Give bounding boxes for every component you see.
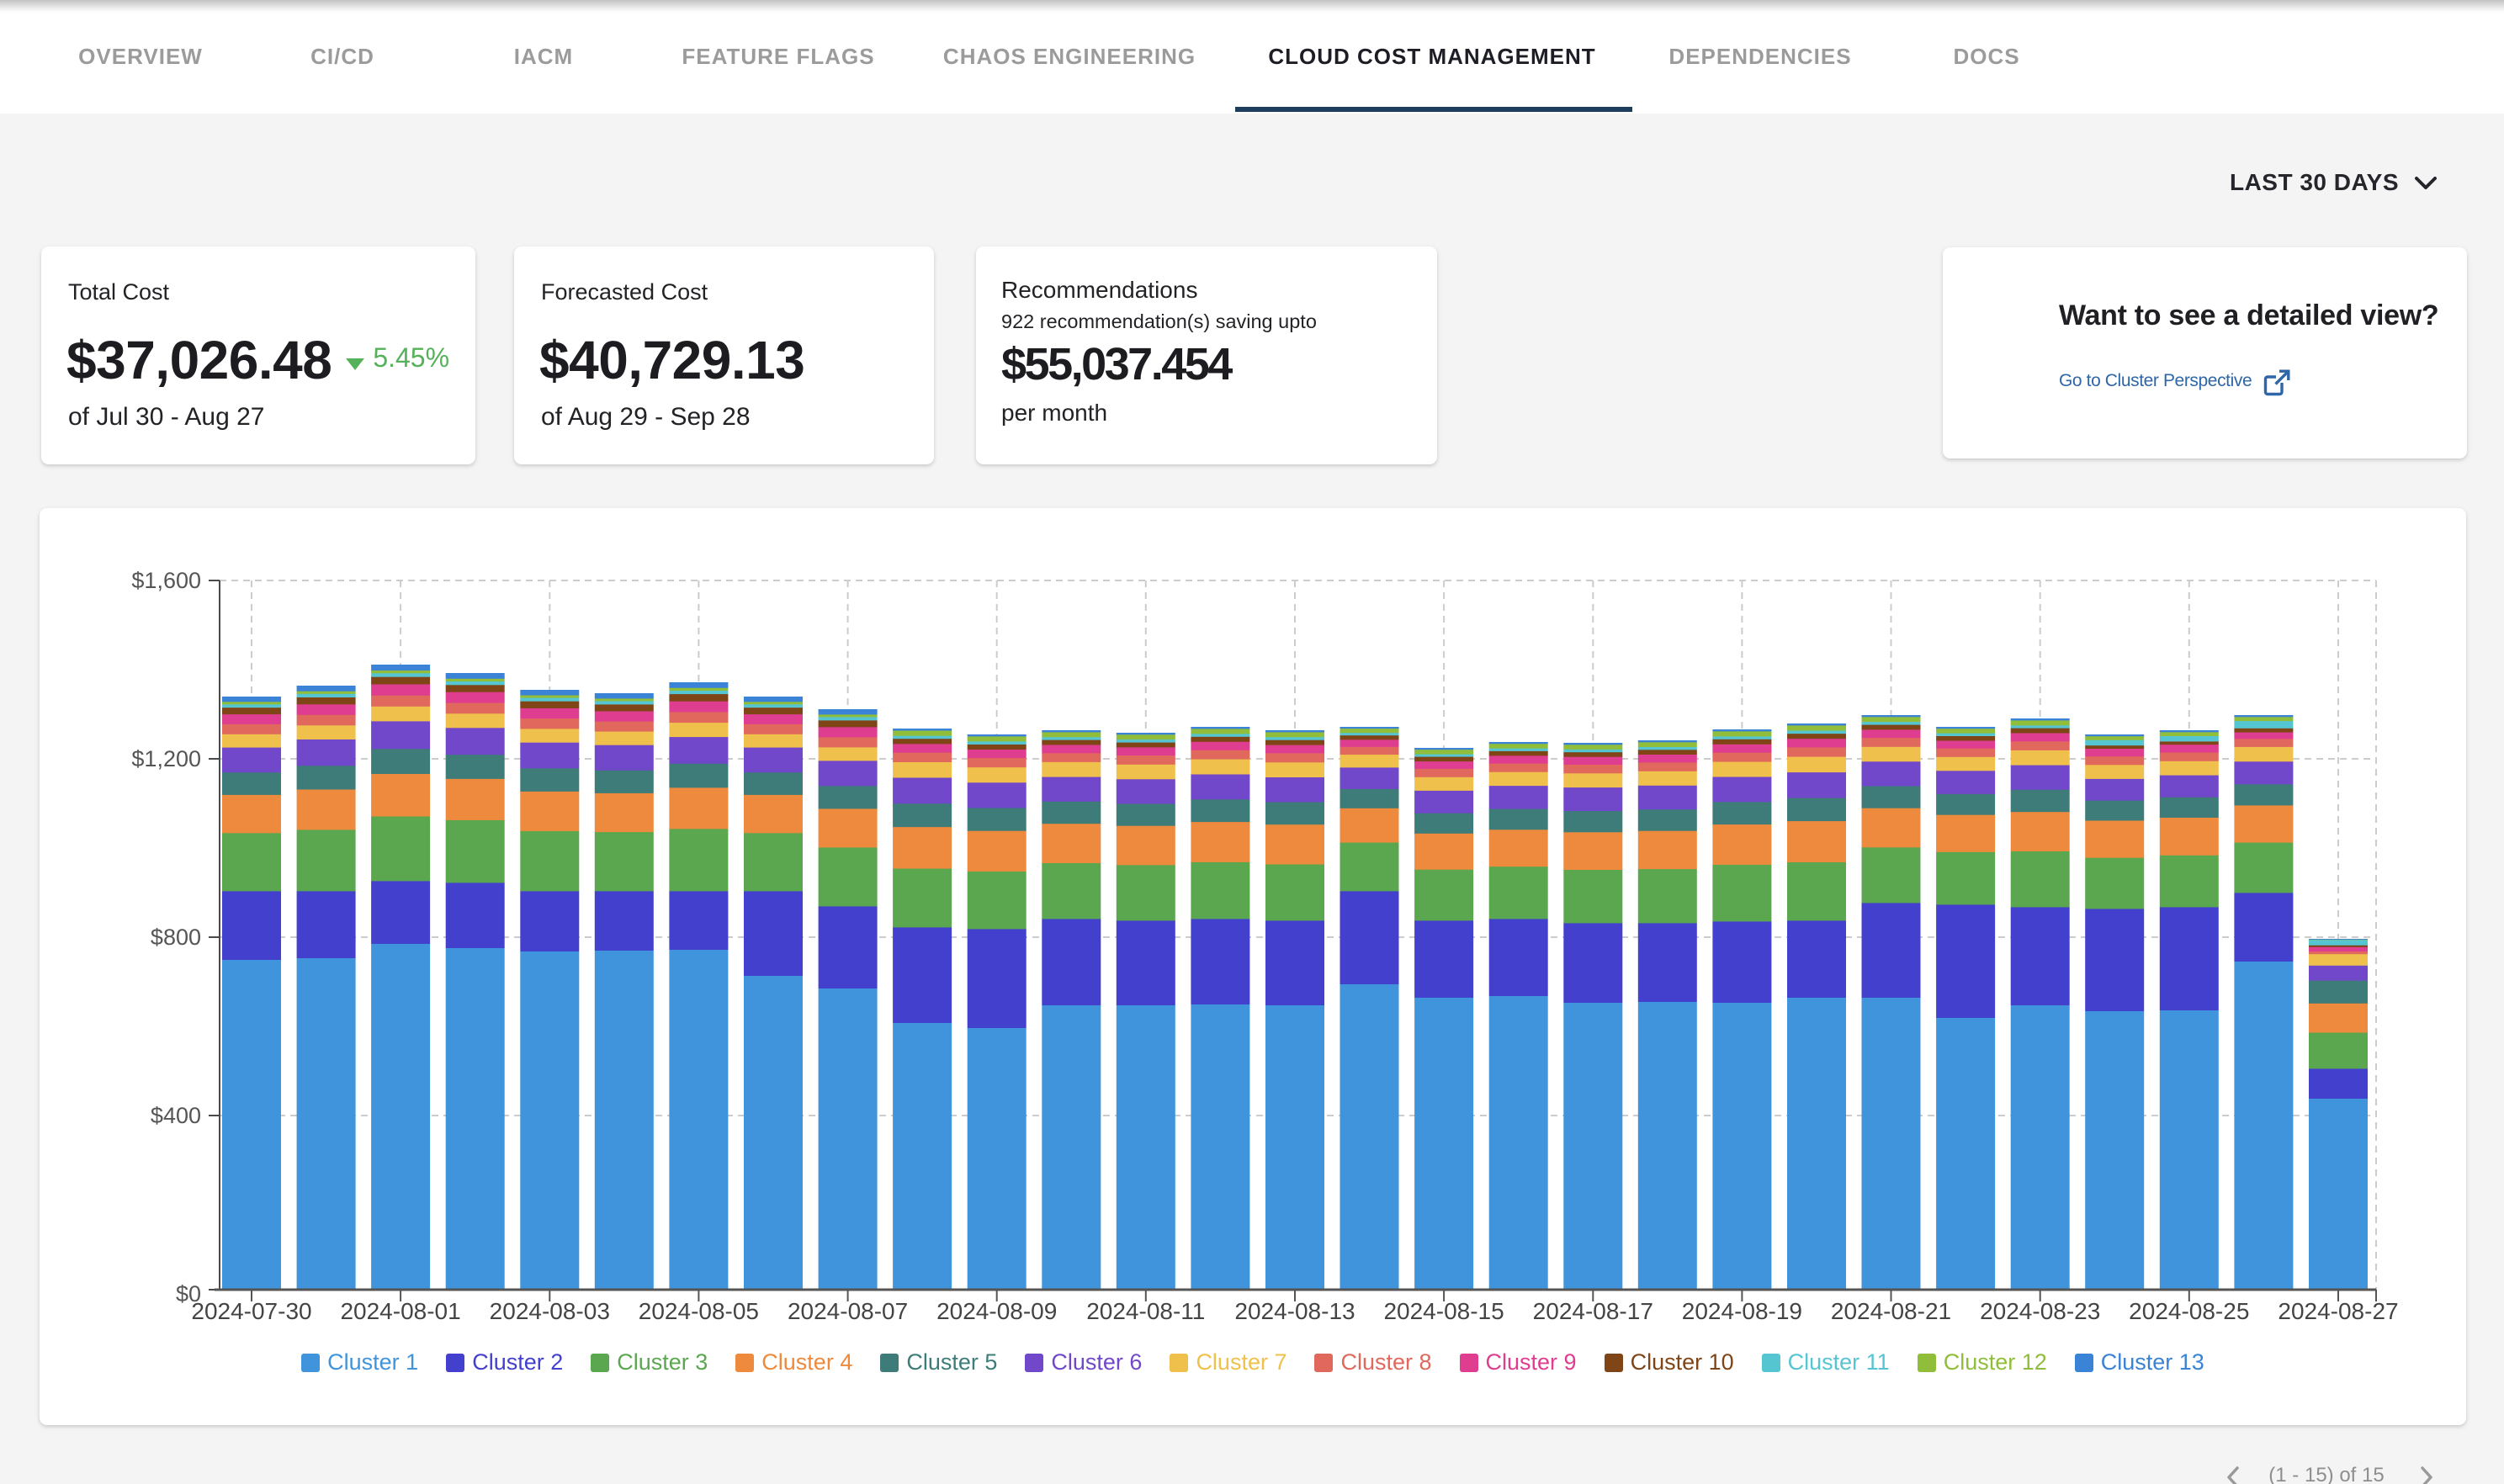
svg-text:2024-08-27: 2024-08-27 bbox=[2278, 1298, 2398, 1324]
svg-text:2024-08-09: 2024-08-09 bbox=[936, 1298, 1057, 1324]
svg-text:$800: $800 bbox=[151, 925, 201, 950]
svg-text:2024-08-23: 2024-08-23 bbox=[1980, 1298, 2100, 1324]
svg-text:2024-08-07: 2024-08-07 bbox=[788, 1298, 908, 1324]
svg-text:2024-07-30: 2024-07-30 bbox=[191, 1298, 311, 1324]
svg-text:2024-08-15: 2024-08-15 bbox=[1383, 1298, 1504, 1324]
svg-text:2024-08-25: 2024-08-25 bbox=[2129, 1298, 2249, 1324]
svg-text:2024-08-11: 2024-08-11 bbox=[1086, 1298, 1205, 1324]
svg-text:2024-08-13: 2024-08-13 bbox=[1234, 1298, 1355, 1324]
svg-text:2024-08-21: 2024-08-21 bbox=[1831, 1298, 1951, 1324]
svg-text:$1,200: $1,200 bbox=[131, 746, 201, 771]
svg-text:2024-08-03: 2024-08-03 bbox=[490, 1298, 610, 1324]
svg-text:$400: $400 bbox=[151, 1103, 201, 1128]
svg-text:2024-08-05: 2024-08-05 bbox=[639, 1298, 759, 1324]
svg-text:$1,600: $1,600 bbox=[131, 568, 201, 593]
svg-text:2024-08-17: 2024-08-17 bbox=[1533, 1298, 1653, 1324]
svg-text:2024-08-01: 2024-08-01 bbox=[340, 1298, 460, 1324]
svg-text:2024-08-19: 2024-08-19 bbox=[1682, 1298, 1802, 1324]
